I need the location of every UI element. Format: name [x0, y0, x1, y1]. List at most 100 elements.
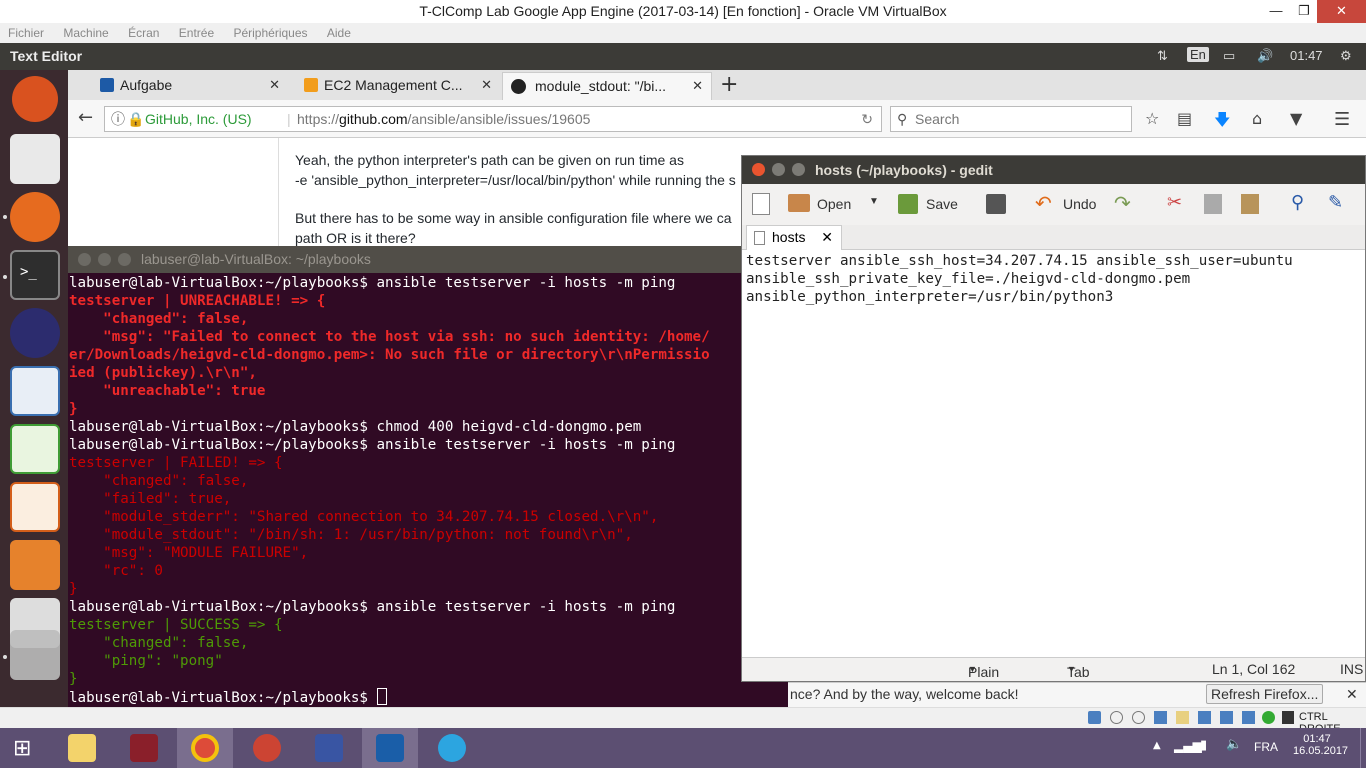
ubuntu-dash-icon[interactable]	[12, 76, 58, 122]
running-indicator	[3, 215, 7, 219]
chevron-down-icon[interactable]: ▼	[869, 196, 879, 207]
menu-hamburger-icon[interactable]: ☰	[1334, 109, 1350, 130]
url-text[interactable]: https://github.com/ansible/ansible/issue…	[297, 107, 590, 131]
cut-icon[interactable]: ✂	[1167, 192, 1182, 213]
close-tab-icon[interactable]: ✕	[692, 73, 703, 99]
display-icon[interactable]	[1198, 711, 1211, 724]
refresh-firefox-button[interactable]: Refresh Firefox...	[1206, 684, 1324, 704]
close-icon[interactable]	[752, 163, 765, 176]
taskbar-snipping-tool[interactable]	[239, 728, 295, 768]
show-desktop-button[interactable]	[1360, 728, 1366, 768]
close-tab-icon[interactable]: ✕	[821, 226, 833, 249]
close-tab-icon[interactable]: ✕	[481, 72, 492, 98]
menu-aide[interactable]: Aide	[319, 23, 359, 40]
close-notification-icon[interactable]: ✕	[1346, 686, 1358, 703]
clock[interactable]: 01:47	[1290, 48, 1323, 63]
site-identity[interactable]: GitHub, Inc. (US)	[145, 107, 252, 131]
show-hidden-icons-icon[interactable]: ▲	[1153, 740, 1161, 751]
close-button[interactable]: ✕	[1317, 0, 1366, 23]
tab-module-stdout[interactable]: module_stdout: "/bi... ✕	[502, 72, 712, 100]
keyboard-layout-indicator[interactable]: En	[1187, 47, 1209, 62]
taskbar-visio[interactable]	[301, 728, 357, 768]
menu-ecran[interactable]: Écran	[120, 23, 167, 40]
tab-hosts[interactable]: hosts ✕	[746, 225, 842, 250]
new-tab-button[interactable]: +	[720, 72, 738, 97]
text-editor-area[interactable]: testserver ansible_ssh_host=34.207.74.15…	[742, 250, 1365, 657]
optical-drive-icon[interactable]	[1110, 711, 1123, 724]
terminal-prompt-line[interactable]: labuser@lab-VirtualBox:~/playbooks$	[68, 688, 788, 707]
copy-icon[interactable]	[1204, 194, 1222, 214]
back-button[interactable]: ←	[78, 107, 93, 128]
unity-launcher: >_	[0, 70, 68, 707]
menu-entree[interactable]: Entrée	[171, 23, 222, 40]
system-clock[interactable]: 01:47 16.05.2017	[1293, 733, 1348, 757]
search-icon[interactable]: ⚲	[1291, 192, 1304, 213]
start-button[interactable]: ⊞	[0, 728, 56, 768]
mouse-integration-icon[interactable]	[1282, 711, 1294, 724]
volume-icon[interactable]: 🔊	[1257, 48, 1273, 64]
shared-folders-icon[interactable]	[1176, 711, 1189, 724]
tab-aufgabe[interactable]: Aufgabe ✕	[78, 72, 288, 100]
url-bar[interactable]: ⓘ 🔒 GitHub, Inc. (US) | https://github.c…	[104, 106, 882, 132]
home-icon[interactable]: ⌂	[1252, 109, 1262, 128]
bookmark-star-icon[interactable]: ☆	[1145, 109, 1159, 128]
libreoffice-impress-icon[interactable]	[10, 482, 60, 532]
save-button[interactable]: Save	[926, 196, 958, 212]
open-folder-icon[interactable]	[788, 194, 810, 212]
power-gear-icon[interactable]: ⚙	[1340, 48, 1352, 64]
wifi-signal-icon[interactable]: ▂▄▆	[1174, 739, 1202, 753]
tab-ec2-management[interactable]: EC2 Management C... ✕	[290, 72, 500, 100]
minimize-icon[interactable]	[772, 163, 785, 176]
input-language[interactable]: FRA	[1254, 740, 1278, 754]
battery-icon[interactable]: ▭	[1223, 48, 1235, 64]
save-icon[interactable]	[898, 194, 918, 214]
open-button[interactable]: Open	[817, 196, 851, 212]
pocket-icon[interactable]: ▼	[1290, 109, 1302, 128]
software-center-icon[interactable]	[10, 540, 60, 590]
terminal-icon[interactable]: >_	[10, 250, 60, 300]
downloads-icon[interactable]: 🡇	[1214, 109, 1230, 136]
maximize-icon[interactable]	[792, 163, 805, 176]
files-icon[interactable]	[10, 134, 60, 184]
menu-peripheriques[interactable]: Périphériques	[225, 23, 315, 40]
search-replace-icon[interactable]: ✎	[1328, 192, 1343, 213]
menu-fichier[interactable]: Fichier	[0, 23, 52, 40]
close-tab-icon[interactable]: ✕	[269, 72, 280, 98]
print-icon[interactable]	[986, 194, 1006, 214]
recording-icon[interactable]	[1242, 711, 1255, 724]
libreoffice-writer-icon[interactable]	[10, 366, 60, 416]
terminal-window[interactable]: labuser@lab-VirtualBox: ~/playbooks labu…	[68, 246, 788, 707]
taskbar-virtualbox[interactable]	[362, 728, 418, 768]
redo-icon[interactable]: ↷	[1114, 191, 1131, 216]
text-editor-icon[interactable]	[10, 630, 60, 680]
undo-button[interactable]: Undo	[1063, 196, 1096, 212]
audio-icon[interactable]	[1132, 711, 1145, 724]
reading-list-icon[interactable]: ▤	[1177, 109, 1192, 128]
taskbar-chrome[interactable]	[177, 728, 233, 768]
menu-machine[interactable]: Machine	[55, 23, 116, 40]
usb-icon[interactable]	[1154, 711, 1167, 724]
info-icon[interactable]: ⓘ	[111, 107, 125, 131]
new-document-icon[interactable]	[752, 193, 770, 215]
network-arrows-icon[interactable]: ⇅	[1157, 48, 1168, 64]
undo-icon[interactable]: ↶	[1035, 191, 1052, 216]
battery-icon[interactable]: ▮	[1200, 738, 1207, 753]
search-bar[interactable]: ⚲ Search	[890, 106, 1132, 132]
restore-button[interactable]: ❐	[1290, 0, 1318, 23]
hard-disk-icon[interactable]	[1088, 711, 1101, 724]
taskbar-file-explorer[interactable]	[54, 728, 110, 768]
firefox-icon[interactable]	[10, 192, 60, 242]
close-icon[interactable]	[78, 253, 91, 266]
eclipse-icon[interactable]	[10, 308, 60, 358]
maximize-icon[interactable]	[118, 253, 131, 266]
tab-label: hosts	[772, 229, 806, 245]
reload-icon[interactable]: ↻	[861, 107, 873, 131]
taskbar-media-player[interactable]	[116, 728, 172, 768]
minimize-button[interactable]: —	[1262, 0, 1290, 23]
network-icon[interactable]	[1220, 711, 1233, 724]
minimize-icon[interactable]	[98, 253, 111, 266]
paste-icon[interactable]	[1241, 194, 1259, 214]
taskbar-telegram[interactable]	[424, 728, 480, 768]
speaker-icon[interactable]: 🔈	[1226, 737, 1242, 752]
libreoffice-calc-icon[interactable]	[10, 424, 60, 474]
